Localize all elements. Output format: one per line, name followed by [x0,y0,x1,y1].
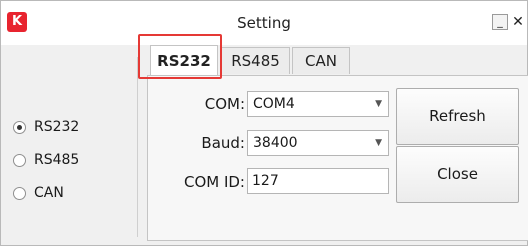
radio-rs485[interactable]: RS485 [13,150,79,170]
setting-window: K Setting _ ✕ RS232 RS485 CAN RS485 CAN … [0,0,528,246]
com-id-label: COM ID: [183,173,245,191]
window-title: Setting [237,14,291,32]
baud-label: Baud: [201,134,245,152]
com-select[interactable]: COM4 ▼ [247,91,389,117]
com-select-value: COM4 [253,96,295,112]
radio-rs232-label: RS232 [34,119,80,135]
tab-rs232[interactable]: RS232 [150,45,218,75]
com-label: COM: [204,95,245,113]
radio-can[interactable]: CAN [13,183,64,203]
baud-select-value: 38400 [253,135,298,151]
radio-rs232[interactable]: RS232 [13,117,79,137]
tab-can[interactable]: CAN [292,47,350,74]
close-button[interactable]: Close [396,146,519,203]
chevron-down-icon: ▼ [375,99,382,109]
title-bar: K Setting _ ✕ [1,1,527,45]
com-id-input[interactable]: 127 [247,168,389,194]
radio-rs485-label: RS485 [34,152,80,168]
radio-rs485-dot[interactable] [13,153,26,167]
close-window-button[interactable]: ✕ [511,14,525,30]
refresh-button[interactable]: Refresh [396,88,519,145]
radio-can-label: CAN [34,185,64,201]
baud-select[interactable]: 38400 ▼ [247,130,389,156]
panel-divider [137,57,138,237]
radio-can-dot[interactable] [13,186,26,200]
minimize-button[interactable]: _ [492,14,508,30]
tab-rs485[interactable]: RS485 [221,47,290,74]
chevron-down-icon: ▼ [375,138,382,148]
radio-rs232-dot[interactable] [13,120,26,134]
